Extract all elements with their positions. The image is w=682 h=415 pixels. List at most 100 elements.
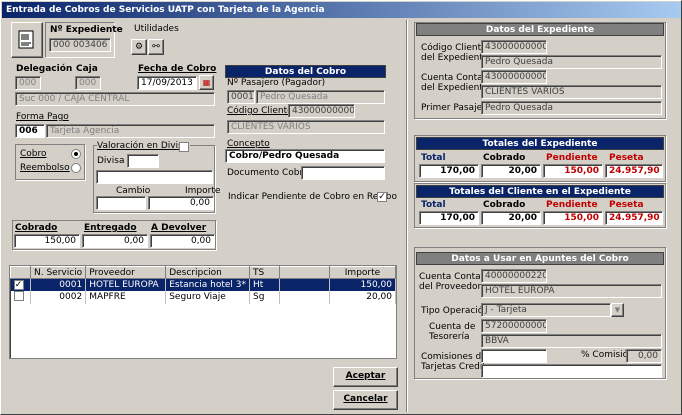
grid-header-descripcion[interactable]: Descripcion	[165, 266, 250, 279]
tot-exp-total-field: 170,00	[419, 164, 479, 178]
forma-pago-label: Forma Pago	[16, 112, 69, 122]
comisiones-desc-field[interactable]	[481, 364, 662, 378]
tesoreria-field[interactable]: 57200000000	[481, 319, 547, 333]
grid-header-blank[interactable]	[279, 266, 330, 279]
grid-header-nservicio[interactable]: N. Servicio	[29, 266, 87, 279]
valoracion-divisa-label: Valoración en Divisa	[97, 141, 191, 151]
grid-header-ts[interactable]: TS	[249, 266, 280, 279]
cod-cliente-exp-field[interactable]: 43000000000	[481, 40, 547, 54]
grid-header-importe[interactable]: Importe	[329, 266, 396, 279]
comisiones-label1: Comisiones de	[421, 352, 487, 362]
entregado-label: Entregado	[84, 223, 137, 233]
divisa-importe-field[interactable]: 0,00	[148, 196, 214, 210]
row-checkbox[interactable]	[10, 290, 31, 304]
forma-pago-code-field[interactable]: 006	[15, 124, 45, 138]
tesoreria-name[interactable]: BBVA	[481, 334, 662, 348]
tesoreria-label1: Cuenta de	[429, 322, 476, 332]
grid-header-row: N. Servicio Proveedor Descripcion TS Imp…	[10, 266, 396, 279]
cobrado-label: Cobrado	[15, 223, 58, 233]
cuenta-exp-name[interactable]: CLIENTES VARIOS	[481, 85, 662, 99]
row-proveedor: HOTEL EUROPA	[85, 278, 167, 291]
pasajero-label: Nº Pasajero (Pagador)	[227, 78, 326, 88]
cuenta-prov-field[interactable]: 40000000220	[481, 269, 547, 283]
forma-pago-desc-field[interactable]: Tarjeta Agencia	[46, 124, 215, 138]
documento-cobro-field[interactable]	[301, 166, 385, 180]
aceptar-button[interactable]: Aceptar	[333, 367, 398, 387]
utilidades-tool-button[interactable]: ⚙	[131, 39, 147, 55]
tot-exp-pendiente-field: 150,00	[543, 164, 603, 178]
divisa-field[interactable]	[127, 154, 159, 168]
tipo-operacion-select[interactable]: J - Tarjeta	[481, 303, 611, 317]
grid-header-proveedor[interactable]: Proveedor	[85, 266, 167, 279]
cuenta-exp-field[interactable]: 43000000000	[481, 70, 547, 84]
cuenta-prov-label2: del Proveedor	[419, 282, 482, 292]
calendar-icon: ▦	[202, 78, 211, 87]
cambio-label: Cambio	[116, 186, 151, 196]
chevron-down-icon: ▼	[614, 306, 621, 314]
cobro-radio[interactable]	[71, 149, 81, 159]
row-blank	[279, 290, 330, 304]
devolver-field[interactable]: 0,00	[150, 234, 215, 248]
fecha-cobro-field[interactable]: 17/09/2013	[137, 76, 197, 90]
cliente-code-label: Código Cliente	[227, 106, 293, 116]
expediente-icon-button[interactable]	[11, 22, 43, 58]
devolver-label: A Devolver	[151, 223, 207, 233]
entregado-field[interactable]: 0,00	[82, 234, 148, 248]
tot-exp-peseta-label: Peseta	[609, 153, 644, 163]
delegacion-label: Delegación	[16, 64, 73, 74]
services-grid[interactable]: N. Servicio Proveedor Descripcion TS Imp…	[9, 265, 397, 359]
expediente-field[interactable]: 000 003406	[49, 38, 111, 52]
sucursal-desc-field[interactable]: Suc 000 / CAJA CENTRAL	[15, 92, 215, 106]
tipo-operacion-dropdown-button[interactable]: ▼	[611, 303, 624, 317]
cod-cliente-exp-label1: Código Cliente	[421, 43, 487, 53]
utilidades-label: Utilidades	[134, 24, 179, 34]
cliente-code-field[interactable]: 43000000000	[288, 104, 355, 118]
pct-comision-field[interactable]: 0,00	[626, 349, 662, 363]
cancelar-label: Cancelar	[343, 394, 388, 404]
divisa-desc-field[interactable]	[96, 170, 213, 184]
table-row[interactable]: 0002 MAPFRE Seguro Viaje Sg 20,00	[10, 290, 396, 304]
aceptar-label: Aceptar	[345, 371, 386, 381]
row-ts: Sg	[249, 290, 280, 304]
cobrado-field[interactable]: 150,00	[14, 234, 80, 248]
cambio-field[interactable]	[96, 196, 146, 210]
row-nservicio: 0002	[30, 290, 87, 304]
cliente-name-field[interactable]: CLIENTES VARIOS	[227, 120, 385, 134]
cod-cliente-exp-name[interactable]: Pedro Quesada	[481, 55, 662, 69]
tot-exp-pendiente-label: Pendiente	[546, 153, 598, 163]
grid-header-check	[10, 266, 31, 279]
row-proveedor: MAPFRE	[85, 290, 167, 304]
tipo-operacion-label: Tipo Operación	[421, 306, 490, 316]
totales-cliente-header: Totales del Cliente en el Expediente	[416, 185, 664, 198]
cancelar-button[interactable]: Cancelar	[333, 390, 398, 410]
window-title: Entrada de Cobros de Servicios UATP con …	[2, 2, 681, 18]
tot-cli-peseta-field: 24.957,90	[605, 211, 663, 225]
delegacion-field[interactable]: 000	[15, 76, 41, 90]
pasajero-name-field[interactable]: Pedro Quesada	[256, 90, 385, 104]
indicar-pendiente-checkbox[interactable]: ✓	[377, 192, 387, 202]
table-row[interactable]: ✓ 0001 HOTEL EUROPA Estancia hotel 3* Ht…	[10, 278, 396, 291]
cod-cliente-exp-label2: del Expediente	[421, 53, 489, 63]
reembolso-radio[interactable]	[71, 163, 81, 173]
documento-cobro-label: Documento Cobro	[227, 168, 309, 178]
concepto-field[interactable]: Cobro/Pedro Quesada	[225, 149, 385, 163]
tot-cli-peseta-label: Peseta	[609, 200, 644, 210]
row-importe: 150,00	[329, 278, 396, 291]
indicar-pendiente-label: Indicar Pendiente de Cobro en Recibo	[228, 192, 397, 202]
reembolso-radio-label: Reembolso	[20, 163, 70, 173]
comisiones-field[interactable]	[481, 349, 547, 363]
tot-cli-total-label: Total	[421, 200, 446, 210]
primer-pasajero-field[interactable]: Pedro Quesada	[481, 101, 662, 115]
apuntes-header: Datos a Usar en Apuntes del Cobro	[416, 252, 664, 265]
valoracion-divisa-checkbox[interactable]	[179, 142, 189, 152]
tot-cli-pendiente-label: Pendiente	[546, 200, 598, 210]
pasajero-num-field[interactable]: 0001	[227, 90, 255, 104]
binoculars-button[interactable]: ⚯	[148, 39, 164, 55]
cobro-radio-label: Cobro	[20, 149, 47, 159]
cuenta-prov-name[interactable]: HOTEL EUROPA	[481, 284, 662, 298]
row-checkbox[interactable]: ✓	[10, 278, 31, 291]
calendar-button[interactable]: ▦	[199, 75, 214, 90]
caja-field[interactable]: 000	[75, 76, 101, 90]
document-icon	[18, 30, 34, 49]
caja-label: Caja	[76, 64, 98, 74]
